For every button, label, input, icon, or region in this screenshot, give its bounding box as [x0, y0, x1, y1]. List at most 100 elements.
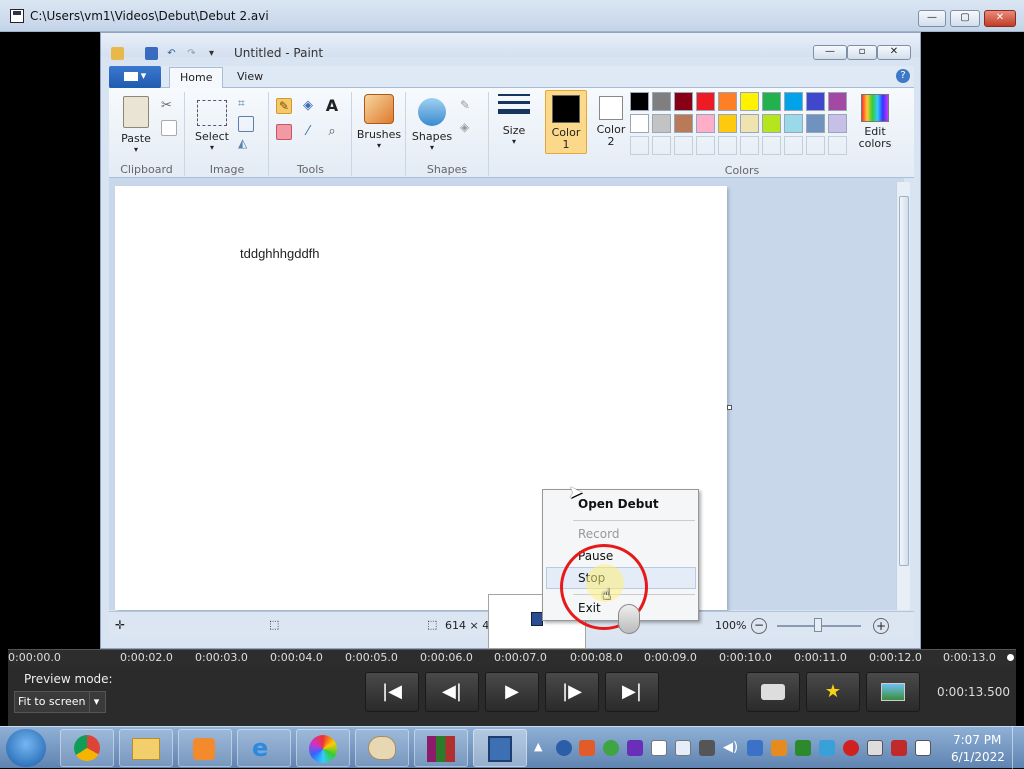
palette-empty-swatch[interactable] — [828, 136, 847, 155]
palette-swatch[interactable] — [740, 92, 759, 111]
palette-swatch[interactable] — [762, 114, 781, 133]
palette-swatch[interactable] — [652, 114, 671, 133]
file-menu-button[interactable]: ▾ — [109, 66, 161, 88]
palette-swatch[interactable] — [696, 92, 715, 111]
palette-swatch[interactable] — [784, 92, 803, 111]
tray-dropbox-icon[interactable] — [675, 740, 691, 756]
palette-swatch[interactable] — [762, 92, 781, 111]
pencil-icon[interactable]: ✎ — [276, 98, 292, 114]
fill-icon[interactable]: ◈ — [300, 98, 316, 114]
palette-swatch[interactable] — [696, 114, 715, 133]
palette-empty-swatch[interactable] — [740, 136, 759, 155]
magnifier-icon[interactable]: ⌕ — [324, 124, 340, 140]
paint-minimize-button[interactable]: — — [813, 45, 847, 60]
palette-swatch[interactable] — [828, 92, 847, 111]
palette-swatch[interactable] — [806, 114, 825, 133]
redo-icon[interactable]: ↷ — [185, 47, 198, 60]
tray-app5-icon[interactable] — [867, 740, 883, 756]
color-picker-icon[interactable]: ⁄ — [300, 124, 316, 140]
debut-taskbar-button[interactable] — [473, 729, 527, 767]
paint-taskbar-button[interactable] — [355, 729, 409, 767]
outline-icon[interactable]: ✎ — [460, 98, 476, 114]
customize-qa-icon[interactable]: ▾ — [205, 47, 218, 60]
tray-app4-icon[interactable] — [819, 740, 835, 756]
palette-empty-swatch[interactable] — [652, 136, 671, 155]
preview-mode-select[interactable]: Fit to screen ▾ — [14, 691, 106, 713]
previous-frame-button[interactable]: ◀| — [425, 672, 479, 712]
start-button[interactable] — [6, 729, 46, 767]
tray-app6-icon[interactable] — [891, 740, 907, 756]
paint-restore-button[interactable]: ▫ — [847, 45, 877, 60]
next-frame-button[interactable]: |▶ — [545, 672, 599, 712]
winrar-taskbar-button[interactable] — [414, 729, 468, 767]
chrome-taskbar-button[interactable] — [60, 729, 114, 767]
vertical-scrollbar[interactable] — [896, 182, 910, 610]
tab-view[interactable]: View — [227, 67, 273, 88]
maximize-button[interactable]: ▢ — [950, 10, 980, 27]
ie-taskbar-button[interactable]: e — [237, 729, 291, 767]
palette-swatch[interactable] — [630, 92, 649, 111]
text-icon[interactable]: A — [324, 96, 340, 115]
tray-network-icon[interactable] — [651, 740, 667, 756]
crop-icon[interactable]: ⌗ — [238, 96, 254, 112]
copy-icon[interactable] — [161, 120, 177, 136]
last-frame-button[interactable]: ▶| — [605, 672, 659, 712]
select-button[interactable]: Select ▾ — [192, 94, 232, 152]
show-hidden-icons-icon[interactable]: ▲ — [534, 740, 542, 753]
first-frame-button[interactable]: |◀ — [365, 672, 419, 712]
palette-empty-swatch[interactable] — [762, 136, 781, 155]
scrollbar-thumb[interactable] — [899, 196, 909, 566]
tray-onenote-icon[interactable] — [627, 740, 643, 756]
palette-swatch[interactable] — [806, 92, 825, 111]
palette-empty-swatch[interactable] — [674, 136, 693, 155]
palette-empty-swatch[interactable] — [696, 136, 715, 155]
help-icon[interactable]: ? — [896, 69, 910, 83]
resize-handle[interactable] — [727, 405, 732, 410]
palette-swatch[interactable] — [828, 114, 847, 133]
palette-swatch[interactable] — [718, 114, 737, 133]
palette-swatch[interactable] — [674, 92, 693, 111]
palette-swatch[interactable] — [740, 114, 759, 133]
clock-date[interactable]: 6/1/2022 — [951, 750, 1005, 764]
show-desktop-button[interactable] — [1012, 727, 1024, 769]
tray-app7-icon[interactable] — [915, 740, 931, 756]
color2-button[interactable]: Color 2 — [591, 90, 631, 148]
shapes-button[interactable]: Shapes ▾ — [410, 94, 454, 152]
volume-icon[interactable]: ◀) — [723, 740, 739, 756]
size-button[interactable]: Size ▾ — [493, 90, 535, 146]
tray-shield-icon[interactable] — [579, 740, 595, 756]
clock-time[interactable]: 7:07 PM — [953, 733, 1001, 747]
paint-close-button[interactable]: ✕ — [877, 45, 911, 60]
rotate-icon[interactable]: ◭ — [238, 136, 254, 152]
menu-item-open-debut[interactable]: Open Debut — [578, 497, 659, 511]
close-button[interactable]: ✕ — [984, 10, 1016, 27]
photos-taskbar-button[interactable] — [296, 729, 350, 767]
play-button[interactable]: ▶ — [485, 672, 539, 712]
effects-button[interactable]: ★ — [806, 672, 860, 712]
edit-colors-button[interactable]: Edit colors — [853, 90, 897, 150]
palette-swatch[interactable] — [674, 114, 693, 133]
cut-icon[interactable]: ✂ — [161, 98, 177, 114]
undo-icon[interactable]: ↶ — [165, 47, 178, 60]
palette-empty-swatch[interactable] — [806, 136, 825, 155]
playhead[interactable] — [1007, 654, 1014, 661]
tray-app-icon[interactable] — [556, 740, 572, 756]
zoom-in-button[interactable]: + — [873, 618, 889, 634]
color1-button[interactable]: Color 1 — [545, 90, 587, 154]
eraser-icon[interactable] — [276, 124, 292, 140]
palette-empty-swatch[interactable] — [630, 136, 649, 155]
edit-video-button[interactable] — [866, 672, 920, 712]
zoom-slider-thumb[interactable] — [814, 618, 822, 632]
timeline[interactable]: 0:00:00.0 0:00:02.0 0:00:03.0 0:00:04.0 0:00… — [8, 649, 1016, 665]
fill-shape-icon[interactable]: ◈ — [460, 120, 476, 136]
tray-app2-icon[interactable] — [771, 740, 787, 756]
tray-app3-icon[interactable] — [795, 740, 811, 756]
yandex-icon[interactable] — [843, 740, 859, 756]
tab-home[interactable]: Home — [169, 67, 224, 88]
explorer-taskbar-button[interactable] — [119, 729, 173, 767]
palette-swatch[interactable] — [652, 92, 671, 111]
palette-swatch[interactable] — [630, 114, 649, 133]
minimize-button[interactable]: — — [918, 10, 946, 27]
palette-swatch[interactable] — [784, 114, 803, 133]
palette-empty-swatch[interactable] — [718, 136, 737, 155]
